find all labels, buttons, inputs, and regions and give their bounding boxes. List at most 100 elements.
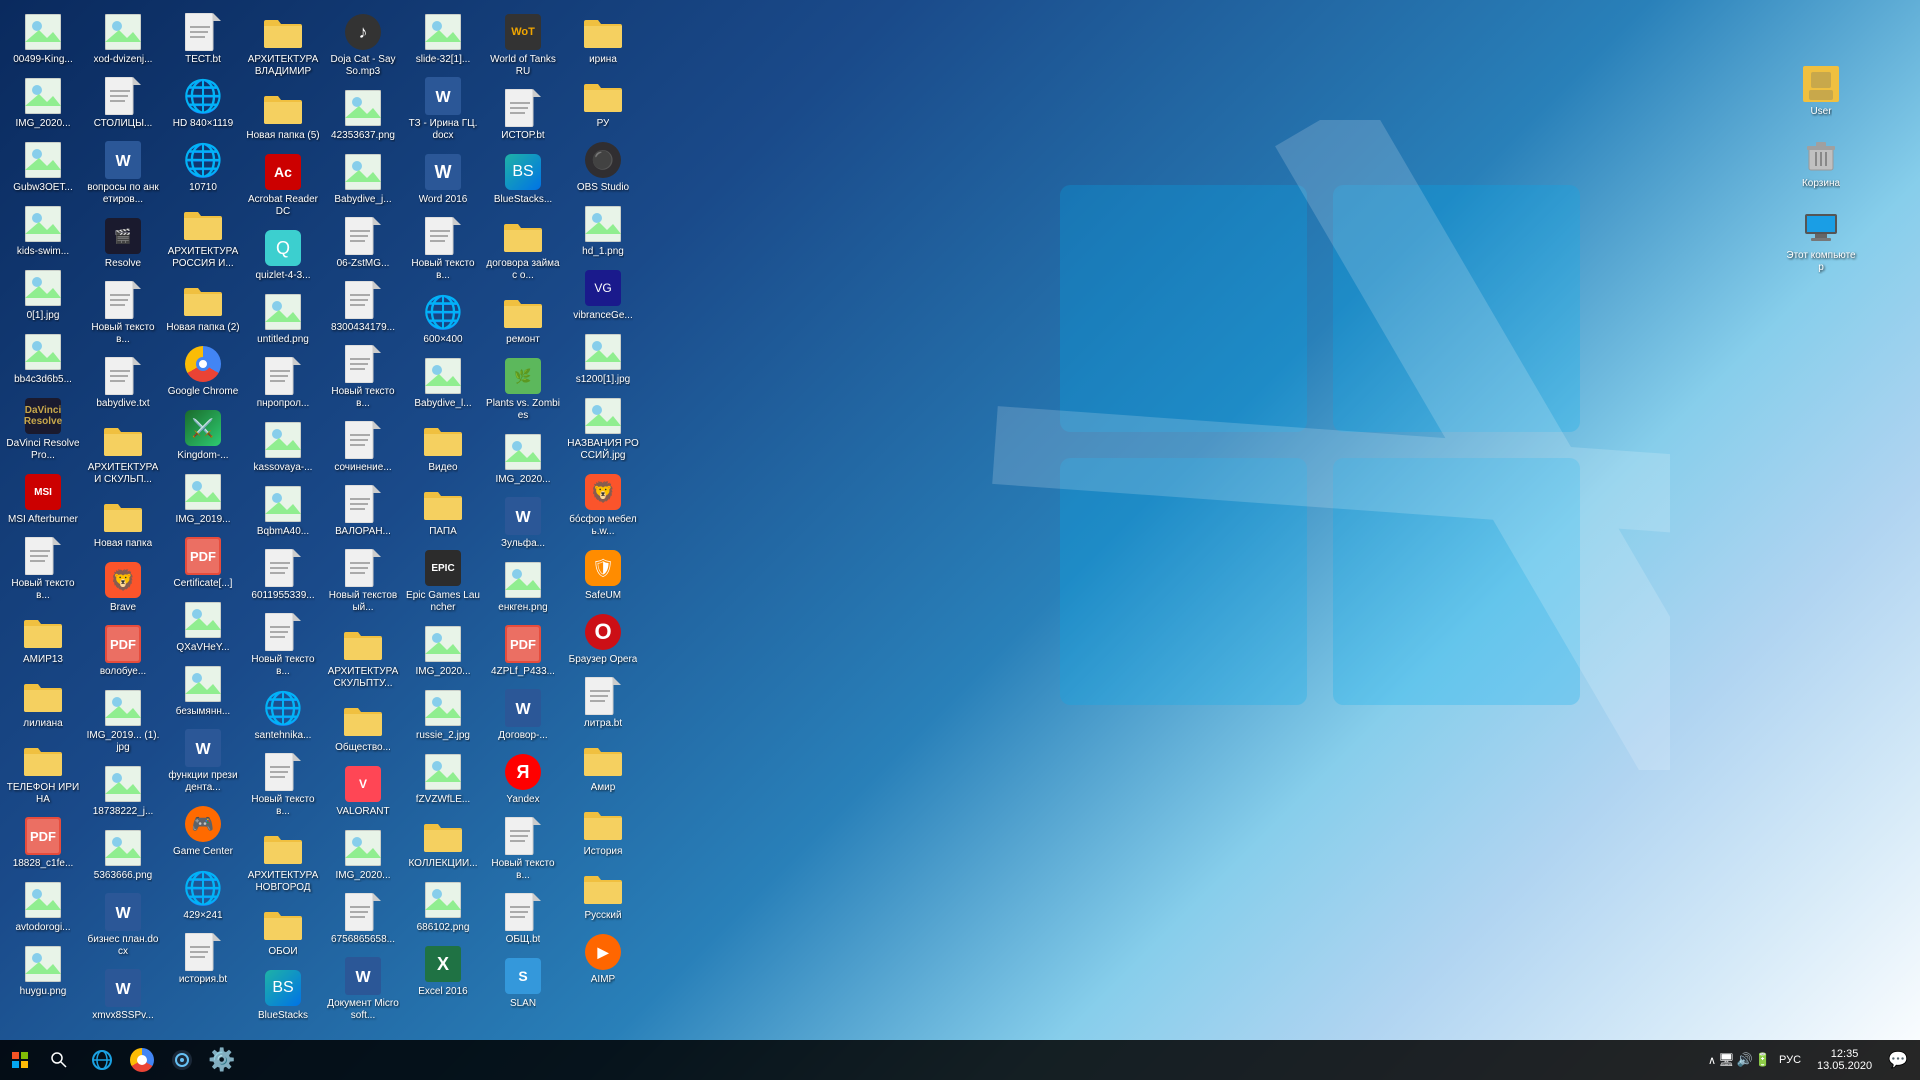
- desktop-icon-icon-52[interactable]: kassovaya-...: [244, 416, 322, 478]
- desktop-icon-icon-53[interactable]: BqbmA40...: [244, 480, 322, 542]
- desktop-icon-icon-47[interactable]: Новая папка (5): [244, 84, 322, 146]
- desktop-icon-icon-1[interactable]: 00499-King...: [4, 8, 82, 70]
- desktop-icon-icon-11[interactable]: лилиана: [4, 672, 82, 734]
- tray-expand[interactable]: ∧: [1708, 1054, 1716, 1067]
- desktop-icon-icon-119[interactable]: Русский: [564, 864, 642, 926]
- desktop-icon-icon-87[interactable]: fZVZWfLE...: [404, 748, 482, 810]
- desktop-icon-icon-114[interactable]: 🛡 SafeUM: [564, 544, 642, 606]
- desktop-icon-icon-59[interactable]: ОБОИ: [244, 900, 322, 962]
- desktop-icon-icon-74[interactable]: 6756865658...: [324, 888, 402, 950]
- taskbar-language[interactable]: РУС: [1775, 1054, 1805, 1066]
- desktop-icon-icon-17[interactable]: СТОЛИЦЫ...: [84, 72, 162, 134]
- desktop-icon-icon-5[interactable]: 0[1].jpg: [4, 264, 82, 326]
- desktop-icon-icon-37[interactable]: ⚔️ Kingdom-...: [164, 404, 242, 466]
- desktop-icon-icon-30[interactable]: W xmvx8SSPv...: [84, 964, 162, 1026]
- desktop-icon-icon-18[interactable]: W вопросы по анкетиров...: [84, 136, 162, 210]
- desktop-icon-icon-2[interactable]: IMG_2020...: [4, 72, 82, 134]
- desktop-icon-icon-75[interactable]: W Документ Microsoft...: [324, 952, 402, 1026]
- desktop-icon-icon-39[interactable]: PDF Certificate[...]: [164, 532, 242, 594]
- taskbar-item-settings[interactable]: ⚙️: [202, 1040, 242, 1080]
- desktop-icon-icon-4[interactable]: kids-swim...: [4, 200, 82, 262]
- desktop-icon-icon-105[interactable]: S SLAN: [484, 952, 562, 1014]
- desktop-icon-icon-10[interactable]: АМИР13: [4, 608, 82, 670]
- desktop-icon-trash[interactable]: Корзина: [1782, 132, 1860, 194]
- desktop-icon-icon-89[interactable]: 686102.png: [404, 876, 482, 938]
- desktop-icon-icon-20[interactable]: Новый текстов...: [84, 276, 162, 350]
- desktop-icon-icon-50[interactable]: untitled.png: [244, 288, 322, 350]
- desktop-icon-icon-14[interactable]: avtodorogi...: [4, 876, 82, 938]
- desktop-icon-icon-98[interactable]: W Зульфа...: [484, 492, 562, 554]
- desktop-icon-icon-80[interactable]: 🌐 600×400: [404, 288, 482, 350]
- desktop-icon-icon-8[interactable]: MSI MSI Afterburner: [4, 468, 82, 530]
- desktop-icon-icon-88[interactable]: КОЛЛЕКЦИИ...: [404, 812, 482, 874]
- desktop-icon-icon-67[interactable]: сочинение...: [324, 416, 402, 478]
- desktop-icon-icon-19[interactable]: 🎬 Resolve: [84, 212, 162, 274]
- desktop-icon-icon-41[interactable]: безымянн...: [164, 660, 242, 722]
- desktop-icon-icon-113[interactable]: 🦁 бо́сфор мебель.w...: [564, 468, 642, 542]
- desktop-icon-icon-94[interactable]: договора займа с о...: [484, 212, 562, 286]
- desktop-icon-icon-54[interactable]: 6011955339...: [244, 544, 322, 606]
- desktop-icon-icon-24[interactable]: 🦁 Brave: [84, 556, 162, 618]
- desktop-icon-icon-64[interactable]: 06-ZstMG...: [324, 212, 402, 274]
- desktop-icon-icon-33[interactable]: 🌐 10710: [164, 136, 242, 198]
- desktop-icon-icon-25[interactable]: PDF волобуе...: [84, 620, 162, 682]
- desktop-icon-icon-51[interactable]: пнропрол...: [244, 352, 322, 414]
- desktop-icon-icon-116[interactable]: литра.bt: [564, 672, 642, 734]
- desktop-icon-icon-78[interactable]: W Word 2016: [404, 148, 482, 210]
- desktop-icon-icon-6[interactable]: bb4c3d6b5...: [4, 328, 82, 390]
- desktop-icon-icon-90[interactable]: X Excel 2016: [404, 940, 482, 1002]
- desktop-icon-icon-108[interactable]: ⚫ OBS Studio: [564, 136, 642, 198]
- desktop-icon-icon-40[interactable]: QXaVHeY...: [164, 596, 242, 658]
- desktop-icon-icon-26[interactable]: IMG_2019... (1).jpg: [84, 684, 162, 758]
- desktop-icon-icon-107[interactable]: РУ: [564, 72, 642, 134]
- desktop-icon-icon-91[interactable]: WoT World of Tanks RU: [484, 8, 562, 82]
- desktop-icon-icon-97[interactable]: IMG_2020...: [484, 428, 562, 490]
- desktop-icon-icon-36[interactable]: Google Chrome: [164, 340, 242, 402]
- desktop-icon-icon-73[interactable]: IMG_2020...: [324, 824, 402, 886]
- taskbar-search-button[interactable]: [40, 1041, 78, 1079]
- desktop-icon-icon-111[interactable]: s1200[1].jpg: [564, 328, 642, 390]
- desktop-icon-icon-85[interactable]: IMG_2020...: [404, 620, 482, 682]
- desktop-icon-icon-61[interactable]: ♪ Doja Cat - Say So.mp3: [324, 8, 402, 82]
- desktop-icon-icon-102[interactable]: Я Yandex: [484, 748, 562, 810]
- desktop-icon-icon-117[interactable]: Амир: [564, 736, 642, 798]
- desktop-icon-icon-23[interactable]: Новая папка: [84, 492, 162, 554]
- desktop-icon-icon-3[interactable]: Gubw3OET...: [4, 136, 82, 198]
- desktop-icon-icon-109[interactable]: hd_1.png: [564, 200, 642, 262]
- desktop-icon-icon-34[interactable]: АРХИТЕКТУРА РОССИЯ И...: [164, 200, 242, 274]
- desktop-icon-icon-84[interactable]: EPIC Epic Games Launcher: [404, 544, 482, 618]
- desktop-icon-icon-101[interactable]: W Договор-...: [484, 684, 562, 746]
- desktop-icon-icon-62[interactable]: 42353637.png: [324, 84, 402, 146]
- desktop-icon-icon-69[interactable]: Новый текстовый...: [324, 544, 402, 618]
- desktop-icon-icon-65[interactable]: 8300434179...: [324, 276, 402, 338]
- desktop-icon-computer[interactable]: Этот компьютер: [1782, 204, 1860, 278]
- desktop-icon-icon-63[interactable]: Babydive_j...: [324, 148, 402, 210]
- desktop-icon-icon-46[interactable]: АРХИТЕКТУРА ВЛАДИМИР: [244, 8, 322, 82]
- desktop-icon-icon-31[interactable]: ТЕСТ.bt: [164, 8, 242, 70]
- desktop-icon-icon-56[interactable]: 🌐 santehnika...: [244, 684, 322, 746]
- desktop-icon-icon-106[interactable]: ирина: [564, 8, 642, 70]
- desktop-icon-icon-48[interactable]: Ac Acrobat Reader DC: [244, 148, 322, 222]
- desktop-icon-icon-44[interactable]: 🌐 429×241: [164, 864, 242, 926]
- desktop-icon-icon-70[interactable]: АРХИТЕКТУРА СКУЛЬПТУ...: [324, 620, 402, 694]
- desktop-icon-icon-43[interactable]: 🎮 Game Center: [164, 800, 242, 862]
- desktop-icon-icon-120[interactable]: ▶ AIMP: [564, 928, 642, 990]
- desktop-icon-icon-7[interactable]: DaVinciResolve DaVinci Resolve Pro...: [4, 392, 82, 466]
- desktop-icon-icon-96[interactable]: 🌿 Plants vs. Zombies: [484, 352, 562, 426]
- desktop-icon-icon-21[interactable]: babydive.txt: [84, 352, 162, 414]
- desktop-icon-icon-66[interactable]: Новый текстов...: [324, 340, 402, 414]
- tray-volume-icon[interactable]: 🔊: [1737, 1052, 1753, 1068]
- desktop-icon-icon-110[interactable]: VG vibranceGe...: [564, 264, 642, 326]
- desktop-icon-icon-42[interactable]: W функции президента...: [164, 724, 242, 798]
- desktop-icon-icon-16[interactable]: xod-dvizenj...: [84, 8, 162, 70]
- desktop-icon-icon-29[interactable]: W бизнес план.docx: [84, 888, 162, 962]
- desktop-icon-icon-55[interactable]: Новый текстов...: [244, 608, 322, 682]
- desktop-icon-icon-100[interactable]: PDF 4ZPLf_P433...: [484, 620, 562, 682]
- desktop-icon-icon-95[interactable]: ремонт: [484, 288, 562, 350]
- desktop-icon-icon-86[interactable]: russie_2.jpg: [404, 684, 482, 746]
- taskbar-item-steam[interactable]: [162, 1040, 202, 1080]
- desktop-icon-user[interactable]: User: [1782, 60, 1860, 122]
- desktop-icon-icon-112[interactable]: НАЗВАНИЯ РОССИЙ.jpg: [564, 392, 642, 466]
- desktop-icon-icon-68[interactable]: ВАЛОРАН...: [324, 480, 402, 542]
- desktop-icon-icon-72[interactable]: V VALORANT: [324, 760, 402, 822]
